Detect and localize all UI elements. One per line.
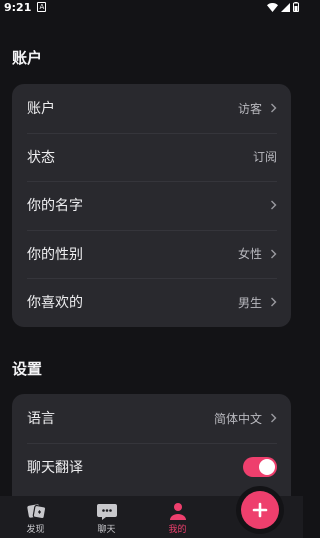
nav-label: 我的 — [168, 525, 187, 535]
row-chat-translation: 聊天翻译 — [12, 442, 291, 492]
notification-icon: A — [37, 2, 47, 12]
nav-label: 发现 — [26, 525, 45, 535]
nav-label: 聊天 — [97, 525, 116, 535]
row-status: 状态 订阅 — [12, 132, 291, 182]
status-left: 9:21 A — [4, 0, 47, 14]
row-label: 你喜欢的 — [27, 295, 83, 312]
chevron-right-icon — [271, 103, 277, 113]
nav-item-discover[interactable]: 发现 — [0, 496, 71, 538]
row-account[interactable]: 账户 访客 — [12, 84, 291, 133]
row-value: 男生 — [237, 295, 262, 310]
account-section-title: 账户 — [12, 49, 43, 67]
row-right: 简体中文 — [214, 410, 277, 427]
row-right: 女性 — [238, 245, 277, 262]
discover-icon — [26, 504, 46, 520]
row-value: 简体中文 — [213, 411, 262, 426]
nav-item-me[interactable]: 我的 — [142, 496, 213, 538]
add-button[interactable] — [241, 491, 279, 529]
row-your-gender[interactable]: 你的性别 女性 — [12, 229, 291, 279]
status-right — [267, 2, 299, 12]
chat-icon — [96, 504, 117, 520]
plus-icon — [252, 502, 268, 518]
battery-icon — [293, 2, 299, 12]
chevron-right-icon — [271, 297, 277, 307]
row-right: 订阅 — [253, 148, 277, 165]
row-label: 你的性别 — [27, 246, 83, 263]
chevron-right-icon — [271, 413, 277, 423]
row-label: 聊天翻译 — [27, 459, 83, 476]
signal-icon — [281, 2, 290, 12]
row-label: 语言 — [27, 411, 55, 428]
row-right: 男生 — [238, 294, 277, 311]
row-right: 访客 — [238, 100, 277, 117]
chat-translation-toggle[interactable] — [243, 456, 277, 477]
account-card: 账户 访客 状态 订阅 你的名字 你的性别 女性 你喜欢的 男生 — [12, 84, 291, 327]
chevron-right-icon — [271, 249, 277, 259]
wifi-icon — [267, 2, 278, 12]
row-language[interactable]: 语言 简体中文 — [12, 394, 291, 443]
row-value: 访客 — [237, 101, 262, 116]
status-bar: 9:21 A — [0, 0, 303, 14]
row-value: 女性 — [237, 247, 262, 262]
row-your-name[interactable]: 你的名字 — [12, 181, 291, 230]
row-label: 状态 — [27, 149, 55, 166]
nav-item-chat[interactable]: 聊天 — [71, 496, 142, 538]
toggle-knob — [259, 458, 275, 475]
row-you-like[interactable]: 你喜欢的 男生 — [12, 278, 291, 327]
row-value: 订阅 — [252, 150, 277, 165]
status-time: 9:21 — [4, 0, 32, 14]
settings-section-title: 设置 — [12, 360, 43, 378]
row-label: 你的名字 — [27, 198, 83, 215]
chevron-right-icon — [271, 200, 277, 210]
profile-icon — [169, 503, 186, 520]
row-right — [270, 200, 277, 210]
row-label: 账户 — [27, 101, 55, 118]
settings-card: 语言 简体中文 聊天翻译 — [12, 394, 291, 496]
